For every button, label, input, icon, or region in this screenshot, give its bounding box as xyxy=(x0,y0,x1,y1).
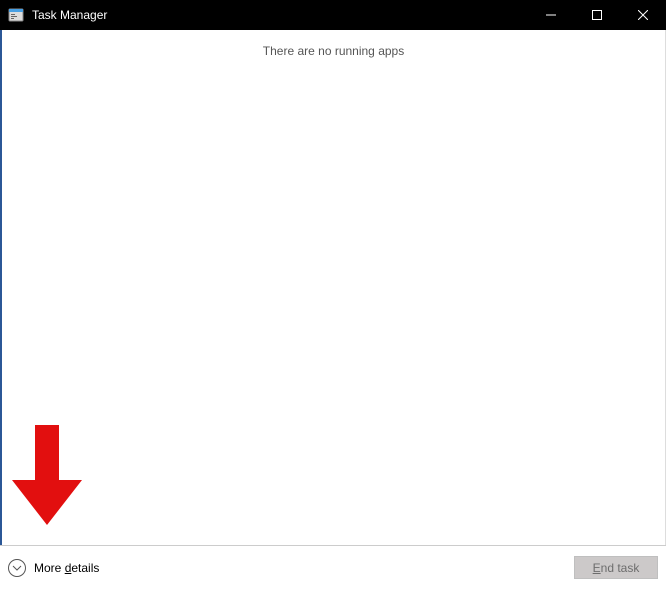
process-list-area: There are no running apps xyxy=(0,30,666,545)
footer-bar: More details End task xyxy=(0,545,666,589)
maximize-button[interactable] xyxy=(574,0,620,30)
close-button[interactable] xyxy=(620,0,666,30)
annotation-arrow-down-icon xyxy=(12,425,82,525)
chevron-down-circle-icon xyxy=(8,559,26,577)
more-details-label: More details xyxy=(34,561,99,575)
title-bar: Task Manager xyxy=(0,0,666,30)
window-title: Task Manager xyxy=(32,8,107,22)
empty-state-message: There are no running apps xyxy=(2,30,665,58)
more-details-toggle[interactable]: More details xyxy=(8,559,99,577)
end-task-button: End task xyxy=(574,556,658,579)
minimize-button[interactable] xyxy=(528,0,574,30)
task-manager-icon xyxy=(8,7,24,23)
